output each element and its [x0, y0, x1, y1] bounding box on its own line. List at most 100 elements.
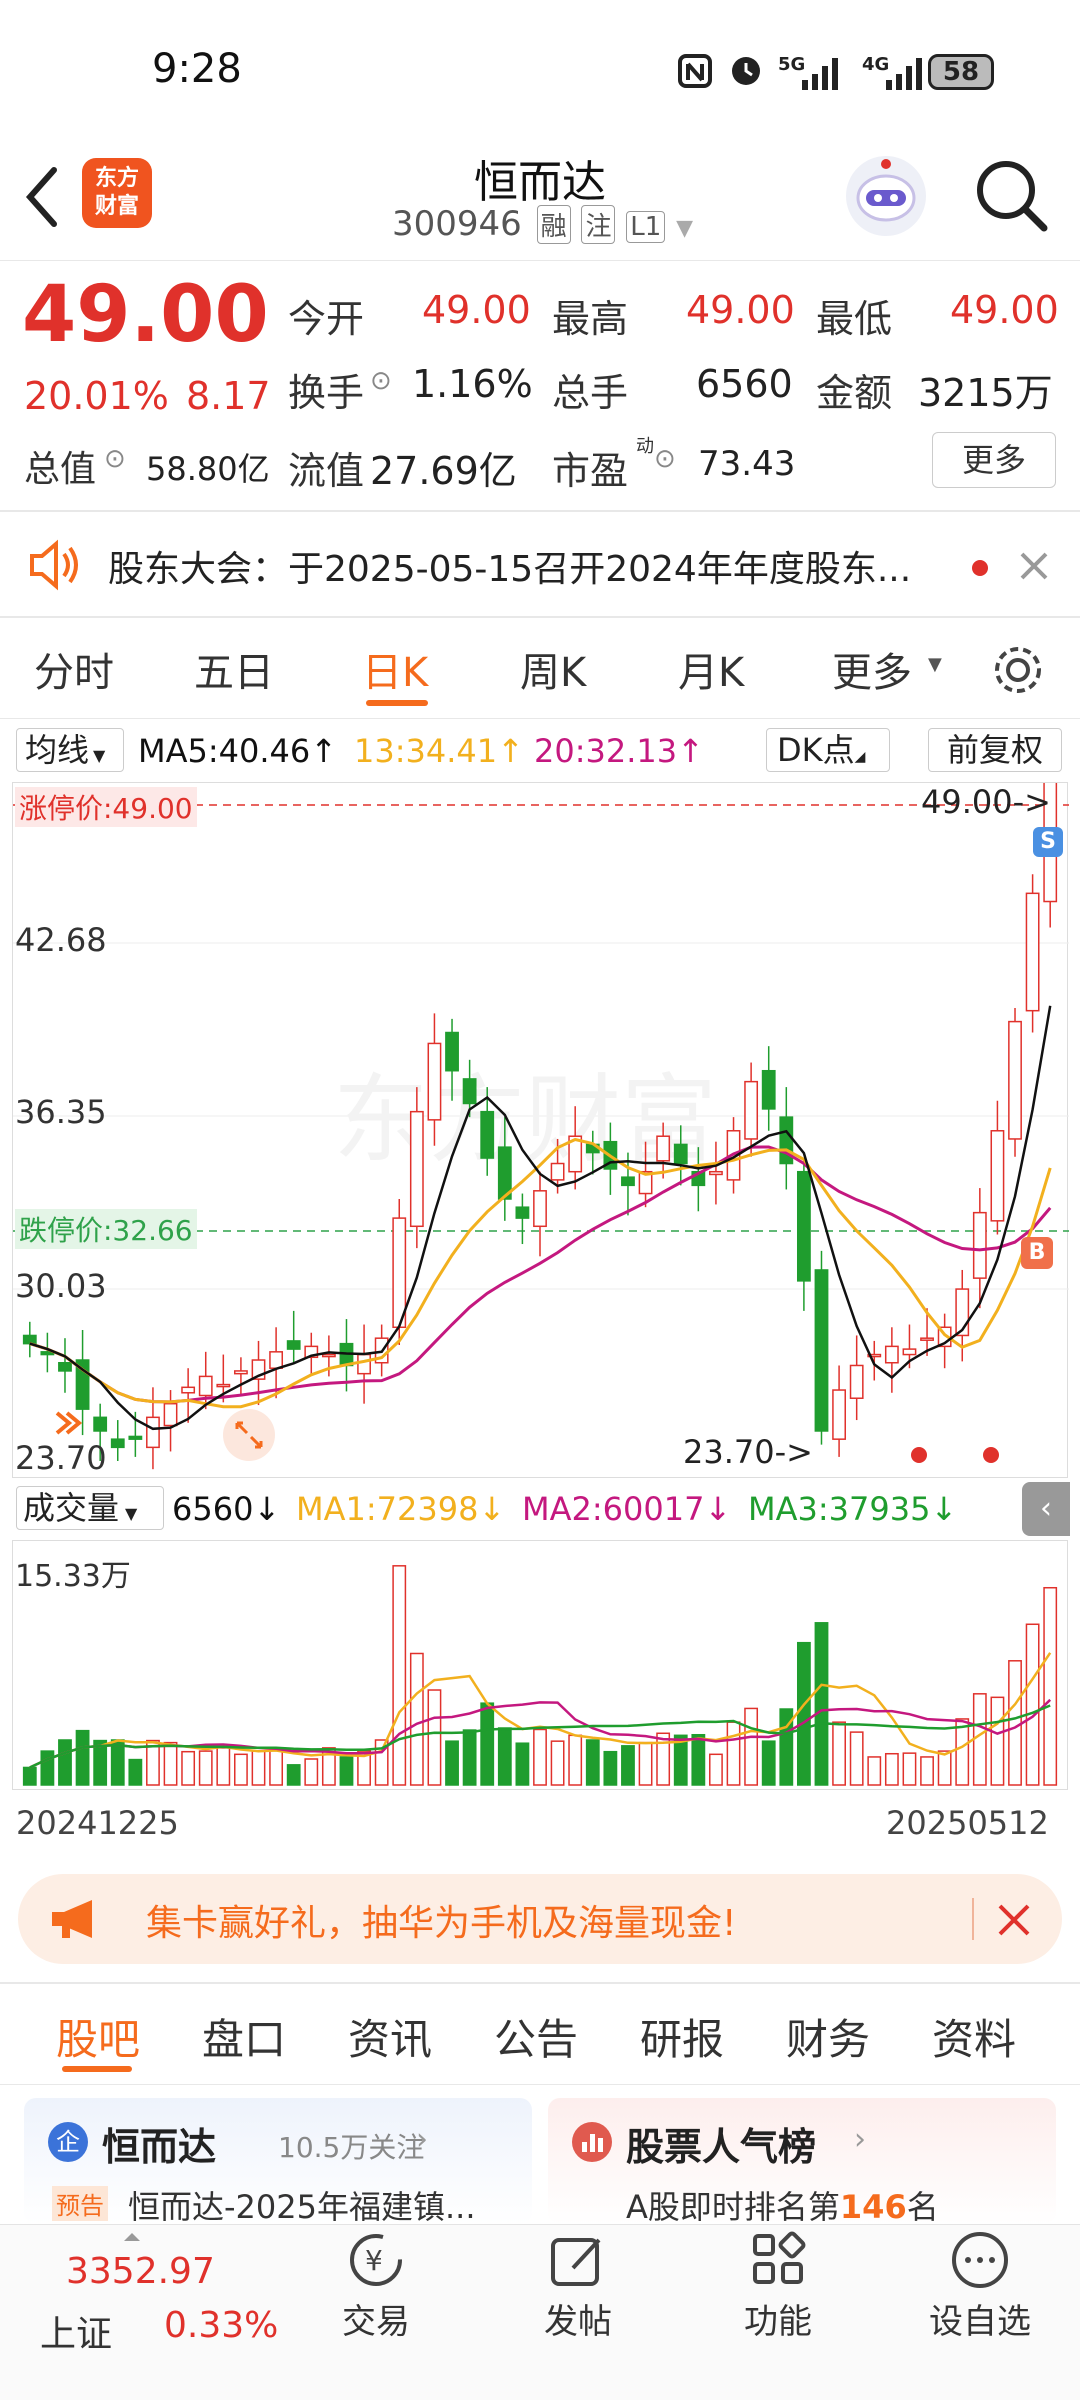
collapse-panel-icon[interactable]: ‹	[1022, 1482, 1070, 1536]
volume-bar	[75, 1729, 90, 1786]
sell-badge[interactable]: S	[1033, 827, 1063, 857]
tab-monthly-k[interactable]: 月K	[678, 640, 744, 698]
tab-weekly-k[interactable]: 周K	[520, 640, 586, 698]
nav-watchlist[interactable]: 设自选	[910, 2230, 1050, 2343]
volume-bar	[585, 1739, 600, 1786]
forum-card[interactable]: 企 恒而达 10.5万关注 › 预告 恒而达-2025年福建镇...	[24, 2098, 532, 2226]
tab-more[interactable]: 更多	[832, 640, 912, 698]
ma10-value: 13:34.41↑	[354, 732, 524, 770]
trade-icon: ¥	[350, 2234, 402, 2286]
buy-badge[interactable]: B	[1021, 1237, 1053, 1269]
info-icon[interactable]: ⊙	[370, 366, 392, 396]
volume-bar	[497, 1727, 512, 1786]
functions-grid-icon	[753, 2231, 806, 2284]
status-bar: 9:28 5G 4G 58	[0, 0, 1080, 140]
end-date: 20250512	[886, 1804, 1049, 1842]
info-icon[interactable]: ⊙	[654, 444, 676, 474]
nav-trade[interactable]: ¥ 交易	[306, 2230, 446, 2343]
open-label: 今开	[288, 297, 365, 341]
close-icon[interactable]	[996, 1902, 1032, 1938]
candle	[110, 1438, 125, 1449]
ma-selector[interactable]: 均线 ▼	[16, 728, 124, 772]
search-icon[interactable]	[972, 156, 1052, 236]
volume-bar	[216, 1747, 231, 1786]
volume-bar	[990, 1696, 1005, 1786]
candle	[269, 1351, 284, 1369]
index-percent[interactable]: 0.33%	[164, 2305, 278, 2346]
post-edit-icon	[551, 2238, 601, 2286]
volume-selector[interactable]: 成交量 ▼	[16, 1486, 164, 1530]
expand-icon[interactable]	[221, 1407, 277, 1463]
popularity-card[interactable]: 股票人气榜 › A股即时排名第146名	[548, 2098, 1056, 2226]
index-name[interactable]: 上证	[40, 2305, 112, 2357]
promo-banner[interactable]: 集卡赢好礼，抽华为手机及海量现金!	[18, 1874, 1062, 1964]
stock-code-row[interactable]: 300946 融 注 L1 ▼	[392, 204, 693, 244]
tab-finance[interactable]: 财务	[786, 2006, 870, 2067]
tab-daily-k[interactable]: 日K	[362, 640, 428, 698]
volume-bar	[445, 1740, 459, 1786]
candle	[146, 1416, 160, 1449]
candle	[22, 1334, 37, 1345]
pe-value: 73.43	[698, 444, 796, 484]
adjust-button[interactable]: 前复权	[928, 728, 1062, 772]
y-label-2: 36.35	[15, 1093, 107, 1131]
candle	[990, 1130, 1005, 1222]
tab-intraday[interactable]: 分时	[34, 640, 114, 698]
volume-bar	[955, 1718, 970, 1786]
active-tab-indicator	[62, 2066, 132, 2072]
volume-bar	[409, 1652, 424, 1786]
candle	[357, 1353, 371, 1375]
dk-point-button[interactable]: DK点◢	[766, 728, 890, 772]
svg-text:¥: ¥	[365, 2244, 383, 2277]
volume-bar	[533, 1728, 547, 1786]
nav-functions[interactable]: 功能	[708, 2230, 848, 2343]
volume-bar	[814, 1622, 829, 1786]
turnover-value: 1.16%	[412, 362, 533, 406]
tab-orderbook[interactable]: 盘口	[202, 2006, 286, 2067]
preview-tag: 预告	[52, 2186, 108, 2221]
volume-bar	[58, 1739, 72, 1786]
tab-announcements[interactable]: 公告	[494, 2006, 578, 2067]
candle	[972, 1211, 987, 1279]
nav-post[interactable]: 发帖	[508, 2230, 648, 2343]
double-chevron-icon[interactable]	[49, 1403, 89, 1443]
signal-4g-icon	[886, 58, 922, 90]
candle	[234, 1370, 248, 1375]
kline-chart[interactable]: 东方财富 涨停价:49.00 跌停价:32.66 42.68 36.35 30.…	[12, 782, 1069, 1478]
volume-value: 6560	[696, 362, 793, 406]
candle	[181, 1386, 196, 1394]
info-icon[interactable]: ⊙	[104, 444, 126, 474]
candle	[744, 1080, 759, 1140]
change-value: 8.17	[186, 374, 271, 418]
tab-research[interactable]: 研报	[640, 2006, 724, 2067]
volume-chart[interactable]: 15.33万	[12, 1540, 1068, 1790]
settings-gear-icon[interactable]	[990, 642, 1046, 698]
volume-bar	[269, 1747, 284, 1786]
volume-bar	[656, 1732, 671, 1786]
volume-label: 总手	[552, 371, 629, 415]
badge-note: 注	[581, 205, 616, 244]
candle	[902, 1348, 917, 1356]
ma20-value: 20:32.13↑	[534, 732, 704, 770]
rank-text: A股即时排名第146名	[626, 2188, 939, 2226]
candle	[198, 1375, 213, 1397]
volume-bar	[603, 1750, 618, 1786]
robot-assistant-icon[interactable]	[842, 152, 930, 240]
volume-bar	[832, 1721, 846, 1786]
more-button[interactable]: 更多	[932, 432, 1056, 488]
close-icon[interactable]	[1018, 550, 1050, 582]
tab-news[interactable]: 资讯	[348, 2006, 432, 2067]
tab-forum[interactable]: 股吧	[56, 2006, 140, 2067]
index-value[interactable]: 3352.97	[66, 2251, 215, 2292]
kline-plot: 东方财富	[13, 783, 1069, 1470]
megaphone-icon	[52, 1900, 92, 1938]
candle	[216, 1383, 231, 1388]
candle	[849, 1364, 864, 1399]
tab-profile[interactable]: 资料	[932, 2006, 1016, 2067]
candle	[128, 1435, 143, 1440]
back-arrow-icon[interactable]	[20, 162, 64, 232]
notice-bar[interactable]: 股东大会：于2025-05-15召开2024年年度股东...	[0, 512, 1080, 616]
tab-five-day[interactable]: 五日	[194, 640, 274, 698]
volume-bar	[198, 1750, 213, 1786]
vol-ma1: MA1:72398↓	[296, 1490, 506, 1528]
